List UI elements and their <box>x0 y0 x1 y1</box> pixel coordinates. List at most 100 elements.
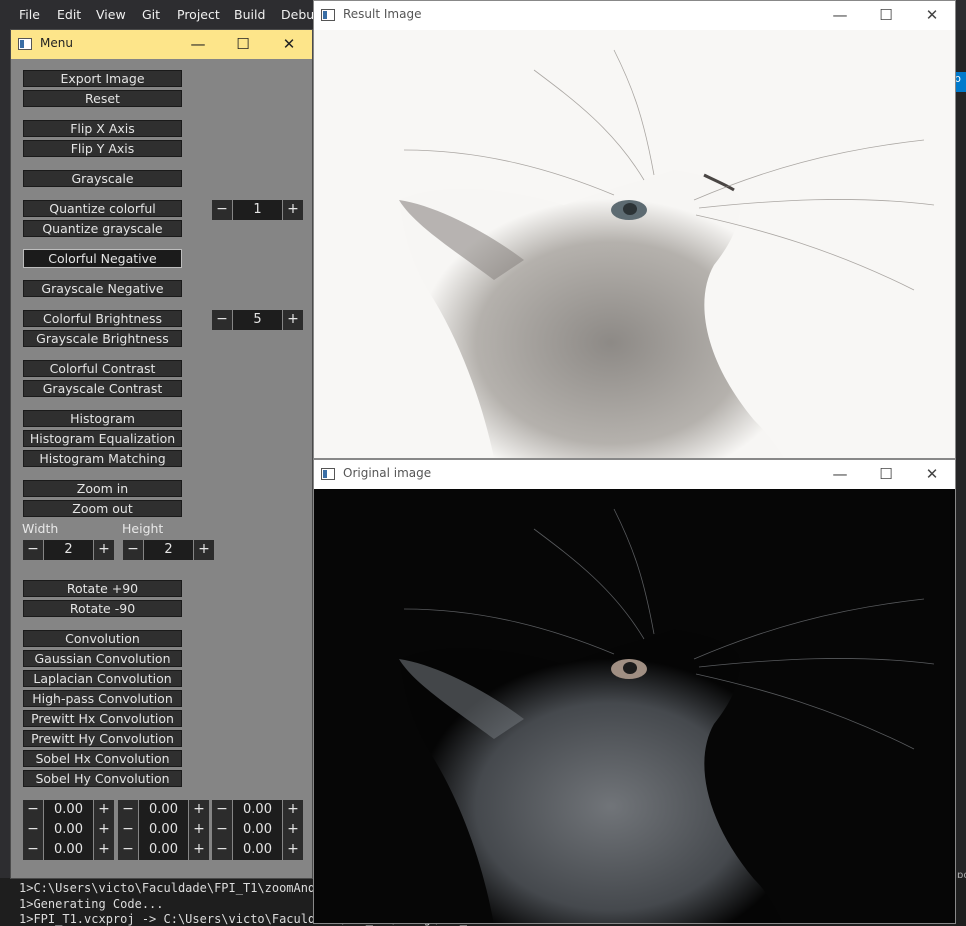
height-value[interactable]: 2 <box>144 540 193 560</box>
prewitt-hy-convolution-button[interactable]: Prewitt Hy Convolution <box>23 730 182 747</box>
quantize-grayscale-button[interactable]: Quantize grayscale <box>23 220 182 237</box>
kernel-cell-stepper: − 0.00 + <box>118 820 209 840</box>
histogram-equalization-button[interactable]: Histogram Equalization <box>23 430 182 447</box>
zoom-out-button[interactable]: Zoom out <box>23 500 182 517</box>
decrement-button[interactable]: − <box>23 820 43 840</box>
close-button[interactable]: ✕ <box>909 460 955 489</box>
ide-menu-edit[interactable]: Edit <box>57 7 81 22</box>
decrement-button[interactable]: − <box>23 840 43 860</box>
increment-button[interactable]: + <box>94 820 114 840</box>
window-app-icon <box>321 468 335 480</box>
decrement-button[interactable]: − <box>212 840 232 860</box>
grayscale-contrast-button[interactable]: Grayscale Contrast <box>23 380 182 397</box>
increment-button[interactable]: + <box>283 310 303 330</box>
decrement-button[interactable]: − <box>212 200 232 220</box>
increment-button[interactable]: + <box>189 840 209 860</box>
rotate-minus-90-button[interactable]: Rotate -90 <box>23 600 182 617</box>
result-image <box>314 30 955 458</box>
minimize-button[interactable]: — <box>817 460 863 489</box>
maximize-button[interactable]: ☐ <box>220 30 266 59</box>
kernel-cell-stepper: − 0.00 + <box>212 800 303 820</box>
histogram-button[interactable]: Histogram <box>23 410 182 427</box>
increment-button[interactable]: + <box>94 800 114 820</box>
grayscale-brightness-button[interactable]: Grayscale Brightness <box>23 330 182 347</box>
kernel-cell-stepper: − 0.00 + <box>212 820 303 840</box>
flip-y-button[interactable]: Flip Y Axis <box>23 140 182 157</box>
decrement-button[interactable]: − <box>212 310 232 330</box>
decrement-button[interactable]: − <box>118 840 138 860</box>
sobel-hy-convolution-button[interactable]: Sobel Hy Convolution <box>23 770 182 787</box>
kernel-value[interactable]: 0.00 <box>44 800 93 820</box>
console-line: 1>Generating Code... <box>19 897 164 911</box>
kernel-value[interactable]: 0.00 <box>233 800 282 820</box>
sobel-hx-convolution-button[interactable]: Sobel Hx Convolution <box>23 750 182 767</box>
original-image <box>314 489 955 923</box>
decrement-button[interactable]: − <box>123 540 143 560</box>
ide-menu-view[interactable]: View <box>96 7 126 22</box>
grayscale-button[interactable]: Grayscale <box>23 170 182 187</box>
quantize-value[interactable]: 1 <box>233 200 282 220</box>
width-label: Width <box>22 521 59 536</box>
brightness-value[interactable]: 5 <box>233 310 282 330</box>
menu-titlebar[interactable]: Menu — ☐ ✕ <box>11 30 312 59</box>
width-value[interactable]: 2 <box>44 540 93 560</box>
increment-button[interactable]: + <box>283 840 303 860</box>
zoom-in-button[interactable]: Zoom in <box>23 480 182 497</box>
prewitt-hx-convolution-button[interactable]: Prewitt Hx Convolution <box>23 710 182 727</box>
ide-right-strip: pc pc <box>955 30 966 896</box>
decrement-button[interactable]: − <box>118 820 138 840</box>
height-stepper: − 2 + <box>123 540 214 560</box>
decrement-button[interactable]: − <box>212 800 232 820</box>
increment-button[interactable]: + <box>189 800 209 820</box>
increment-button[interactable]: + <box>283 200 303 220</box>
increment-button[interactable]: + <box>194 540 214 560</box>
rotate-plus-90-button[interactable]: Rotate +90 <box>23 580 182 597</box>
increment-button[interactable]: + <box>94 840 114 860</box>
colorful-contrast-button[interactable]: Colorful Contrast <box>23 360 182 377</box>
histogram-matching-button[interactable]: Histogram Matching <box>23 450 182 467</box>
maximize-button[interactable]: ☐ <box>863 1 909 30</box>
export-image-button[interactable]: Export Image <box>23 70 182 87</box>
ide-menu-build[interactable]: Build <box>234 7 265 22</box>
convolution-button[interactable]: Convolution <box>23 630 182 647</box>
kernel-value[interactable]: 0.00 <box>233 840 282 860</box>
minimize-button[interactable]: — <box>817 1 863 30</box>
reset-button[interactable]: Reset <box>23 90 182 107</box>
decrement-button[interactable]: − <box>118 800 138 820</box>
grayscale-negative-button[interactable]: Grayscale Negative <box>23 280 182 297</box>
kernel-cell-stepper: − 0.00 + <box>23 820 114 840</box>
ide-menu-project[interactable]: Project <box>177 7 220 22</box>
increment-button[interactable]: + <box>283 820 303 840</box>
kernel-value[interactable]: 0.00 <box>139 840 188 860</box>
original-titlebar[interactable]: Original image — ☐ ✕ <box>314 460 955 489</box>
ide-menu-git[interactable]: Git <box>142 7 160 22</box>
gaussian-convolution-button[interactable]: Gaussian Convolution <box>23 650 182 667</box>
console-line: 1>C:\Users\victo\Faculdade\FPI_T1\zoomAn… <box>19 881 323 895</box>
minimize-button[interactable]: — <box>175 30 221 59</box>
kernel-value[interactable]: 0.00 <box>139 820 188 840</box>
brightness-stepper: − 5 + <box>212 310 303 330</box>
colorful-brightness-button[interactable]: Colorful Brightness <box>23 310 182 327</box>
decrement-button[interactable]: − <box>212 820 232 840</box>
quantize-colorful-button[interactable]: Quantize colorful <box>23 200 182 217</box>
decrement-button[interactable]: − <box>23 540 43 560</box>
flip-x-button[interactable]: Flip X Axis <box>23 120 182 137</box>
kernel-value[interactable]: 0.00 <box>233 820 282 840</box>
close-button[interactable]: ✕ <box>266 30 312 59</box>
close-button[interactable]: ✕ <box>909 1 955 30</box>
laplacian-convolution-button[interactable]: Laplacian Convolution <box>23 670 182 687</box>
maximize-button[interactable]: ☐ <box>863 460 909 489</box>
decrement-button[interactable]: − <box>23 800 43 820</box>
window-app-icon <box>18 38 32 50</box>
increment-button[interactable]: + <box>283 800 303 820</box>
high-pass-convolution-button[interactable]: High-pass Convolution <box>23 690 182 707</box>
ide-menu-file[interactable]: File <box>19 7 40 22</box>
kernel-value[interactable]: 0.00 <box>44 840 93 860</box>
kernel-value[interactable]: 0.00 <box>139 800 188 820</box>
increment-button[interactable]: + <box>94 540 114 560</box>
kernel-value[interactable]: 0.00 <box>44 820 93 840</box>
increment-button[interactable]: + <box>189 820 209 840</box>
colorful-negative-button[interactable]: Colorful Negative <box>23 249 182 268</box>
result-titlebar[interactable]: Result Image — ☐ ✕ <box>314 1 955 30</box>
height-label: Height <box>122 521 164 536</box>
